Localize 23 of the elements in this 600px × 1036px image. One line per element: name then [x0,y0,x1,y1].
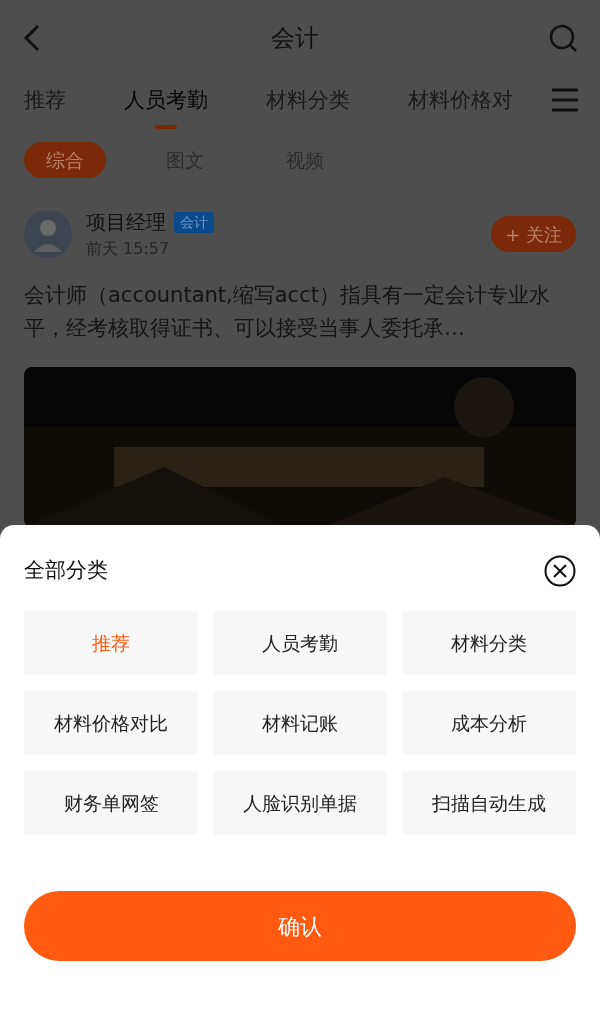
category-option[interactable]: 扫描自动生成 [402,771,576,835]
avatar-icon [24,210,72,258]
category-option[interactable]: 材料分类 [402,611,576,675]
sheet-title: 全部分类 [24,557,108,585]
search-icon[interactable] [548,22,578,53]
page-title: 会计 [271,22,319,54]
category-option[interactable]: 人员考勤 [213,611,387,675]
category-option[interactable]: 成本分析 [402,691,576,755]
confirm-button[interactable]: 确认 [24,891,576,961]
follow-button[interactable]: + 关注 [491,216,576,252]
author-name: 项目经理 [86,209,166,236]
category-tab[interactable]: 人员考勤 [124,85,208,129]
category-option[interactable]: 材料记账 [213,691,387,755]
category-option[interactable]: 推荐 [24,611,198,675]
author-tag: 会计 [174,211,214,233]
category-option[interactable]: 财务单网签 [24,771,198,835]
category-option[interactable]: 人脸识别单据 [213,771,387,835]
back-icon[interactable] [22,22,42,53]
menu-icon[interactable] [552,88,578,112]
filter-chip[interactable]: 综合 [24,142,106,178]
post-text: 会计师（accountant,缩写acct）指具有一定会计专业水平，经考核取得证书、可以接受当事人委托承… [23,282,551,342]
category-option[interactable]: 材料价格对比 [24,691,198,755]
close-icon[interactable] [544,555,576,587]
